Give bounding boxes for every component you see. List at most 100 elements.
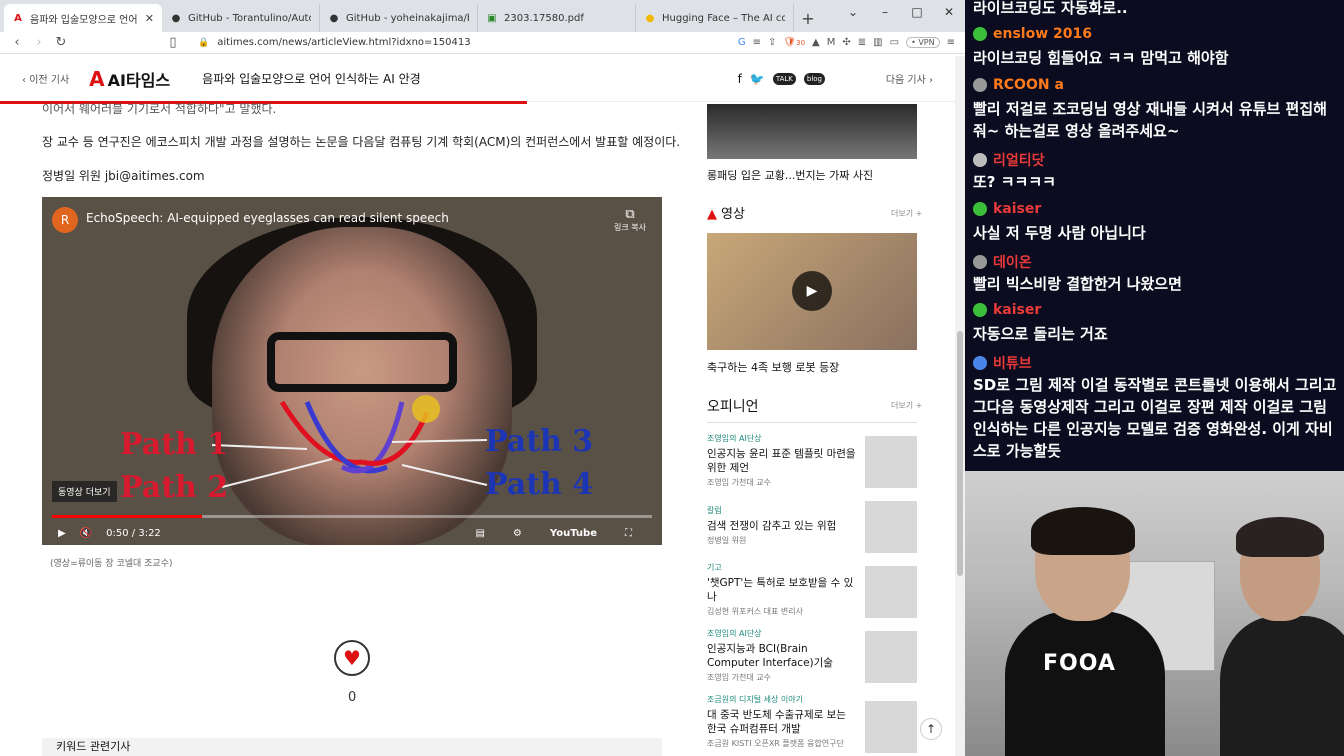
opinion-item[interactable]: 조영임의 AI단상 인공지능과 BCI(Brain Computer Inter…: [707, 628, 857, 683]
related-heading: 키워드 관련기사: [42, 738, 662, 756]
video-progress-fill: [52, 515, 202, 518]
opinion-item[interactable]: 조영임의 AI단상 인공지능 윤리 표준 템플릿 마련을 위한 제언 조영임 가…: [707, 433, 857, 488]
chat-message: 사실 저 두명 사람 아닙니다: [973, 224, 1146, 242]
address-bar[interactable]: 🔒 aitimes.com/news/articleView.html?idxn…: [190, 34, 732, 52]
user-badge-icon: [973, 356, 987, 370]
video-title[interactable]: EchoSpeech: AI-equipped eyeglasses can r…: [86, 211, 449, 225]
sidebar-top-title[interactable]: 롱패딩 입은 교황...번지는 가짜 사진: [707, 167, 873, 183]
wallet-icon[interactable]: ▭: [890, 37, 899, 48]
site-logo[interactable]: A AI타임스: [89, 67, 170, 91]
vpn-button[interactable]: • VPN: [906, 37, 940, 48]
channel-avatar[interactable]: R: [52, 207, 78, 233]
chat-nick: kaiser: [973, 302, 1041, 318]
opinion-author-photo[interactable]: [865, 631, 917, 683]
chat-message: SD로 그림 제작 이걸 동작별로 콘트롤넷 이용해서 그리고 그다음 동영상제…: [973, 376, 1337, 460]
brave-shield-icon[interactable]: 🛡30: [783, 37, 805, 48]
tab-babyagi[interactable]: ● GitHub - yoheinakajima/babyagi: [320, 4, 478, 32]
webcam-feed: FOOA: [965, 471, 1344, 756]
robot-video-thumbnail[interactable]: ▶: [707, 233, 917, 350]
share-buttons: f 🐦 TALK blog: [738, 72, 825, 86]
close-window-icon[interactable]: ✕: [933, 0, 965, 24]
user-badge-icon: [973, 255, 987, 269]
tab-bar: A 음파와 입술모양으로 언어 인식하는 AI 안경 ✕ ● GitHub - …: [0, 0, 965, 32]
aitimes-favicon: A: [14, 12, 22, 24]
brave-rewards-icon[interactable]: ▲: [812, 37, 820, 48]
reload-icon[interactable]: ↻: [50, 35, 72, 50]
twitter-icon[interactable]: 🐦: [750, 72, 765, 86]
opinion-author-photo[interactable]: [865, 501, 917, 553]
prev-article-link[interactable]: ‹ 이전 기사: [22, 71, 69, 86]
chat-message: 라이브코딩도 자동화로..: [973, 0, 1128, 17]
google-icon[interactable]: G: [738, 37, 746, 48]
opinion-author-photo[interactable]: [865, 436, 917, 488]
facebook-icon[interactable]: f: [738, 72, 742, 86]
youtube-embed[interactable]: R EchoSpeech: AI-equipped eyeglasses can…: [42, 197, 662, 545]
mute-icon[interactable]: 🔇: [80, 528, 92, 539]
page-scrollbar[interactable]: [955, 56, 965, 756]
chat-nick: 비튜브: [973, 353, 1032, 373]
heart-icon: ♥: [343, 646, 361, 670]
opinion-item[interactable]: 조금원의 디지털 세상 이야기 대 중국 반도체 수출규제로 보는 한국 슈퍼컴…: [707, 694, 857, 749]
new-tab-button[interactable]: +: [794, 4, 822, 32]
close-icon[interactable]: ✕: [145, 12, 154, 25]
chat-message: 라이브코딩 힘들어요 ㅋㅋ 맘먹고 해야함: [973, 49, 1229, 67]
bookmark-icon[interactable]: ▯: [162, 35, 184, 50]
sidebar-video-title[interactable]: 축구하는 4족 보행 로봇 등장: [707, 359, 839, 375]
tab-pdf[interactable]: ▣ 2303.17580.pdf: [478, 4, 636, 32]
video-progress-bar[interactable]: [52, 515, 652, 518]
shirt-print: FOOA: [1043, 651, 1116, 676]
pdf-icon: ▣: [487, 12, 497, 24]
opinion-item[interactable]: 칼럼 검색 전쟁이 감추고 있는 위험 정병일 위원: [707, 505, 857, 546]
video-controls: ▶ 🔇 0:50 / 3:22 ▤ ⚙ YouTube ⛶: [42, 521, 662, 545]
video-time: 0:50 / 3:22: [106, 527, 161, 539]
maximize-icon[interactable]: □: [901, 0, 933, 24]
back-icon[interactable]: ‹: [6, 35, 28, 50]
tab-autogpt[interactable]: ● GitHub - Torantulino/Auto-GPT: An: [162, 4, 320, 32]
chat-message: 빨리 저걸로 조코딩님 영상 재내들 시켜서 유튜브 편집해줘~ 하는걸로 영상…: [973, 100, 1327, 140]
nav-toolbar: ‹ › ↻ ▯ 🔒 aitimes.com/news/articleView.h…: [0, 32, 965, 54]
tab-huggingface[interactable]: ● Hugging Face – The AI communi: [636, 4, 794, 32]
opinion-author-photo[interactable]: [865, 566, 917, 618]
like-button[interactable]: ♥: [334, 640, 370, 676]
chevron-down-icon[interactable]: ⌄: [837, 0, 869, 24]
site-header: ‹ 이전 기사 A AI타임스 음파와 입술모양으로 언어 인식하는 AI 안경 …: [0, 56, 955, 102]
blog-icon[interactable]: blog: [803, 72, 825, 85]
reader-icon[interactable]: ≡: [753, 37, 761, 48]
lock-icon: 🔒: [198, 37, 210, 48]
video-more-link[interactable]: 더보기 +: [891, 208, 922, 219]
copy-link-button[interactable]: ⧉ 링크 복사: [614, 207, 646, 233]
forward-icon[interactable]: ›: [28, 35, 50, 50]
kakaotalk-icon[interactable]: TALK: [772, 72, 796, 85]
scrollbar-thumb[interactable]: [957, 331, 963, 576]
path-3-label: Path 3: [485, 424, 594, 459]
opinion-author-photo[interactable]: [865, 701, 917, 753]
copy-icon: ⧉: [625, 207, 635, 222]
huggingface-icon: ●: [645, 12, 655, 24]
page-title: 음파와 입술모양으로 언어 인식하는 AI 안경: [202, 72, 421, 86]
pope-thumbnail[interactable]: [707, 104, 917, 159]
more-videos-button[interactable]: 동영상 더보기: [52, 481, 117, 502]
article-partial-line: 이어서 웨어러블 기기로서 적합하다"고 말했다.: [42, 102, 277, 116]
puzzle-icon[interactable]: ✣: [842, 37, 850, 48]
article-paragraph: 장 교수 등 연구진은 에코스피치 개발 과정을 설명하는 논문을 다음달 컴퓨…: [42, 135, 681, 149]
github-icon: ●: [329, 12, 339, 24]
extension-icon[interactable]: M: [827, 37, 836, 48]
share-icon[interactable]: ⇪: [768, 37, 776, 48]
tab-aitimes[interactable]: A 음파와 입술모양으로 언어 인식하는 AI 안경 ✕: [4, 4, 162, 32]
youtube-logo[interactable]: YouTube: [550, 528, 597, 539]
opinion-item[interactable]: 기고 '챗GPT'는 특허로 보호받을 수 있나 김성현 위포커스 대표 변리사: [707, 562, 857, 617]
minimize-icon[interactable]: –: [869, 0, 901, 24]
extensions-area: G ≡ ⇪ 🛡30 ▲ M ✣ ≣ ▥ ▭ • VPN ≡: [738, 37, 959, 48]
captions-icon[interactable]: ▤: [475, 528, 484, 539]
menu-icon[interactable]: ≡: [947, 37, 955, 48]
next-article-link[interactable]: 다음 기사 ›: [886, 71, 933, 86]
scroll-to-top-button[interactable]: ↑: [920, 718, 942, 740]
settings-icon[interactable]: ⚙: [513, 528, 522, 539]
opinion-more-link[interactable]: 더보기 +: [891, 400, 922, 411]
fullscreen-icon[interactable]: ⛶: [625, 528, 632, 539]
streamer-left: FOOA: [1005, 507, 1165, 756]
playlist-icon[interactable]: ≣: [858, 37, 866, 48]
sidebar-icon[interactable]: ▥: [873, 37, 882, 48]
play-icon[interactable]: ▶: [58, 528, 66, 539]
browser-window: A 음파와 입술모양으로 언어 인식하는 AI 안경 ✕ ● GitHub - …: [0, 0, 965, 756]
